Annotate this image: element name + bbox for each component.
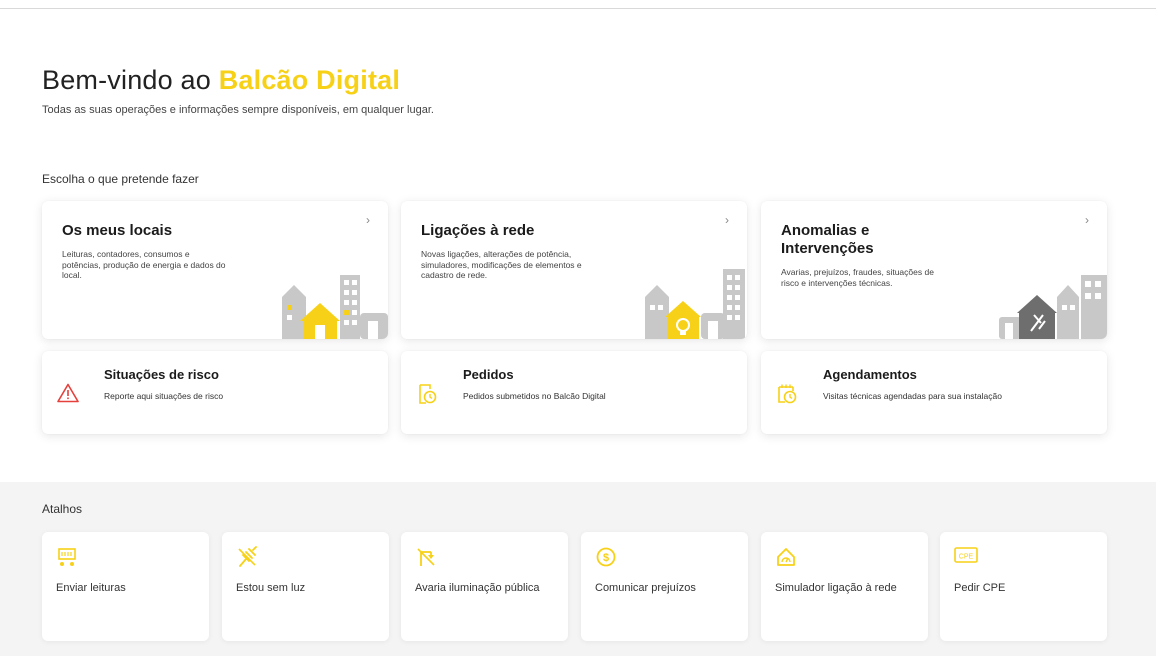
broken-plug-icon bbox=[238, 546, 257, 567]
shortcut-request-cpe[interactable]: CPE Pedir CPE bbox=[940, 532, 1107, 641]
chevron-right-icon: › bbox=[366, 213, 370, 227]
card-anomalies-interventions[interactable]: Anomalias e Intervenções Avarias, prejuí… bbox=[761, 201, 1107, 339]
broken-streetlight-icon bbox=[417, 548, 435, 566]
shortcut-public-lighting-fault[interactable]: Avaria iluminação pública bbox=[401, 532, 568, 641]
cpe-badge-text: CPE bbox=[959, 554, 974, 561]
calendar-clock-icon bbox=[778, 384, 797, 404]
title-prefix: Bem-vindo ao bbox=[42, 65, 211, 95]
card-requests[interactable]: Pedidos Pedidos submetidos no Balcão Dig… bbox=[401, 351, 747, 434]
buildings-lightbulb-illustration bbox=[645, 269, 745, 339]
buildings-house-illustration bbox=[282, 275, 388, 339]
shortcut-label: Pedir CPE bbox=[954, 582, 1006, 594]
meter-reading-icon bbox=[58, 548, 76, 566]
document-clock-icon bbox=[419, 384, 437, 404]
shortcut-label: Comunicar prejuízos bbox=[595, 582, 696, 594]
section-title-choose: Escolha o que pretende fazer bbox=[42, 172, 199, 186]
shortcut-label: Enviar leituras bbox=[56, 582, 126, 594]
shortcut-connection-simulator[interactable]: Simulador ligação à rede bbox=[761, 532, 928, 641]
card-title-line1: Anomalias e bbox=[781, 222, 870, 239]
chevron-right-icon: › bbox=[725, 213, 729, 227]
card-description: Leituras, contadores, consumos e potênci… bbox=[62, 249, 226, 280]
card-title: Situações de risco bbox=[104, 367, 219, 382]
shortcut-report-damages[interactable]: $ Comunicar prejuízos bbox=[581, 532, 748, 641]
shortcut-label: Simulador ligação à rede bbox=[775, 582, 897, 594]
top-divider bbox=[0, 8, 1156, 9]
coin-dollar-icon: $ bbox=[596, 547, 616, 567]
cpe-card-icon: CPE bbox=[954, 547, 978, 563]
card-network-connections[interactable]: Ligações à rede Novas ligações, alteraçõ… bbox=[401, 201, 747, 339]
card-risk-situations[interactable]: Situações de risco Reporte aqui situaçõe… bbox=[42, 351, 388, 434]
card-title: Pedidos bbox=[463, 367, 514, 382]
card-my-locations[interactable]: Os meus locais Leituras, contadores, con… bbox=[42, 201, 388, 339]
shortcut-label: Estou sem luz bbox=[236, 582, 306, 594]
welcome-header: Bem-vindo ao Balcão Digital Todas as sua… bbox=[42, 64, 434, 116]
card-appointments[interactable]: Agendamentos Visitas técnicas agendadas … bbox=[761, 351, 1107, 434]
card-title-line2: Intervenções bbox=[781, 240, 874, 257]
card-description: Visitas técnicas agendadas para sua inst… bbox=[823, 391, 1002, 401]
shortcut-send-readings[interactable]: Enviar leituras bbox=[42, 532, 209, 641]
svg-text:$: $ bbox=[603, 552, 609, 564]
shortcuts-title: Atalhos bbox=[42, 502, 83, 516]
buildings-broken-plug-illustration bbox=[999, 275, 1107, 339]
shortcut-no-power[interactable]: Estou sem luz bbox=[222, 532, 389, 641]
card-title: Anomalias e Intervenções bbox=[781, 222, 874, 258]
shortcuts-section: Atalhos Enviar leituras Estou sem luz Av… bbox=[0, 482, 1156, 656]
page-subtitle: Todas as suas operações e informações se… bbox=[42, 104, 434, 116]
card-description: Avarias, prejuízos, fraudes, situações d… bbox=[781, 267, 934, 288]
card-title: Agendamentos bbox=[823, 367, 917, 382]
warning-triangle-icon bbox=[57, 383, 79, 403]
page-title: Bem-vindo ao Balcão Digital bbox=[42, 64, 434, 96]
shortcut-label: Avaria iluminação pública bbox=[415, 582, 540, 594]
house-gauge-icon bbox=[777, 548, 795, 566]
card-title: Ligações à rede bbox=[421, 222, 535, 239]
brand-name: Balcão Digital bbox=[218, 65, 401, 95]
chevron-right-icon: › bbox=[1085, 213, 1089, 227]
card-description: Pedidos submetidos no Balcão Digital bbox=[463, 391, 606, 401]
card-title: Os meus locais bbox=[62, 222, 173, 239]
card-description: Novas ligações, alterações de potência, … bbox=[421, 249, 582, 280]
card-description: Reporte aqui situações de risco bbox=[104, 391, 224, 401]
